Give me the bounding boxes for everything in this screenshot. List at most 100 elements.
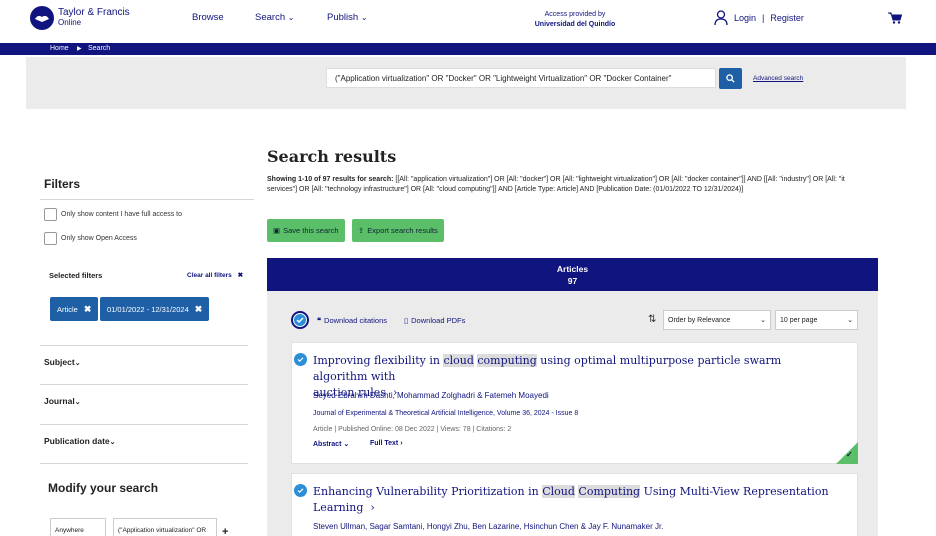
article-meta: Article | Published Online: 08 Dec 2022 … <box>313 426 512 433</box>
divider <box>40 463 248 464</box>
logo-icon <box>30 6 54 30</box>
chevron-down-icon: ⌄ <box>343 441 350 448</box>
close-icon[interactable]: ✖ <box>195 304 203 315</box>
order-value: Order by Relevance <box>668 316 731 324</box>
tab-label: Articles <box>556 264 589 274</box>
select-all-checkbox[interactable] <box>291 311 309 329</box>
export-icon: ⇪ <box>358 226 365 235</box>
chevron-down-icon: ⌄ <box>360 13 368 22</box>
full-text-link[interactable]: Full Text › <box>370 440 403 447</box>
article-title-link[interactable]: Enhancing Vulnerability Prioritization i… <box>313 484 833 516</box>
facet-label: Publication date <box>44 436 110 446</box>
account-links: Login | Register <box>714 10 804 26</box>
login-link[interactable]: Login <box>734 13 756 23</box>
chevron-right-icon: › <box>400 440 403 447</box>
open-access-checkbox[interactable] <box>44 232 57 245</box>
cart-icon[interactable] <box>888 12 903 26</box>
save-search-button[interactable]: ▣ Save this search <box>267 219 345 242</box>
nav-browse[interactable]: Browse <box>192 12 224 23</box>
check-icon <box>294 314 306 326</box>
nav-search-label: Search <box>255 12 286 23</box>
export-results-button[interactable]: ⇪ Export search results <box>352 219 444 242</box>
close-icon[interactable]: ✖ <box>84 304 92 315</box>
title-text: Improving flexibility in <box>313 354 444 367</box>
highlight-term: cloud <box>443 354 474 367</box>
separator: | <box>762 13 765 23</box>
chevron-down-icon: ⌄ <box>74 399 81 406</box>
results-summary: Showing 1-10 of 97 results for search: [… <box>267 175 872 195</box>
download-citations-link[interactable]: ❝ Download citations <box>317 316 387 325</box>
register-link[interactable]: Register <box>770 13 804 23</box>
open-access-filter[interactable]: Only show Open Access <box>44 232 137 245</box>
highlight-term: Computing <box>578 485 641 498</box>
article-journal[interactable]: Journal of Experimental & Theoretical Ar… <box>313 410 578 417</box>
clear-all-filters[interactable]: Clear all filters ✖ <box>187 271 243 279</box>
chevron-down-icon: ⌄ <box>109 439 116 446</box>
title-text: Using Multi-View Representation <box>640 485 829 498</box>
chevron-down-icon: ⌄ <box>760 317 766 324</box>
order-select[interactable]: Order by Relevance ⌄ <box>663 310 771 330</box>
chevron-down-icon: ⌄ <box>287 13 295 22</box>
full-text-label: Full Text <box>370 440 399 447</box>
chevron-down-icon: ⌄ <box>74 360 81 367</box>
export-label: Export search results <box>367 226 438 235</box>
tab-articles[interactable]: Articles 97 <box>267 258 878 291</box>
breadcrumb: Home ▶ Search <box>0 43 936 55</box>
full-access-label: Only show content I have full access to <box>61 211 183 218</box>
full-access-checkbox[interactable] <box>44 208 57 221</box>
facet-label: Journal <box>44 396 75 406</box>
per-page-select[interactable]: 10 per page ⌄ <box>775 310 858 330</box>
filter-chip-date[interactable]: 01/01/2022 - 12/31/2024 ✖ <box>100 297 210 321</box>
article-authors[interactable]: Steven Ullman, Sagar Samtani, Hongyi Zhu… <box>313 522 663 531</box>
nav-search[interactable]: Search ⌄ <box>255 12 294 23</box>
facet-journal[interactable]: Journal⌄ <box>44 396 81 406</box>
open-access-label: Only show Open Access <box>61 235 137 242</box>
taylor-francis-logo[interactable]: Taylor & Francis Online <box>30 6 130 30</box>
search-button[interactable] <box>719 68 742 89</box>
save-label: Save this search <box>283 226 339 235</box>
access-label: Access provided by <box>544 11 606 18</box>
filter-chip-article[interactable]: Article ✖ <box>50 297 99 321</box>
divider <box>40 345 248 346</box>
quote-icon: ❝ <box>317 316 322 325</box>
facet-subject[interactable]: Subject⌄ <box>44 357 81 367</box>
highlight-term: Cloud <box>542 485 575 498</box>
user-icon <box>714 10 728 26</box>
divider <box>40 384 248 385</box>
modify-search-title: Modify your search <box>48 481 159 495</box>
download-pdfs-label: Download PDFs <box>411 316 466 325</box>
add-term-icon[interactable]: + <box>222 526 228 536</box>
download-pdfs-link[interactable]: ▯ Download PDFs <box>404 316 465 325</box>
article-checkbox[interactable] <box>294 484 307 497</box>
divider <box>40 199 254 200</box>
article-checkbox[interactable] <box>294 353 307 366</box>
clear-all-label: Clear all filters <box>187 272 232 279</box>
institution-name: Universidad del Quindío <box>534 21 616 28</box>
breadcrumb-home[interactable]: Home <box>50 45 69 52</box>
per-page-value: 10 per page <box>780 316 818 324</box>
facet-publication-date[interactable]: Publication date⌄ <box>44 436 116 446</box>
results-count: Showing 1-10 of 97 results for search: <box>267 176 394 183</box>
chip-label: 01/01/2022 - 12/31/2024 <box>107 304 189 314</box>
highlight-term: computing <box>477 354 537 367</box>
article-authors[interactable]: Seyed Ebrahim Dashti, Mohammad Zolghadri… <box>313 391 549 400</box>
advanced-search-link[interactable]: Advanced search <box>753 75 803 82</box>
breadcrumb-current: Search <box>88 45 111 52</box>
facet-label: Subject <box>44 357 75 367</box>
modify-query-input[interactable]: ("Application virtualization" OR <box>113 518 217 536</box>
search-input[interactable]: ("Application virtualization" OR "Docker… <box>326 68 716 88</box>
full-access-filter[interactable]: Only show content I have full access to <box>44 208 182 221</box>
abstract-toggle[interactable]: Abstract ⌄ <box>313 440 349 448</box>
logo-subtitle: Online <box>58 18 82 27</box>
nav-publish-label: Publish <box>327 12 359 23</box>
nav-publish[interactable]: Publish ⌄ <box>327 12 368 23</box>
download-citations-label: Download citations <box>324 316 387 325</box>
search-icon <box>726 74 735 83</box>
page-title: Search results <box>267 147 397 166</box>
site-header: Taylor & Francis Online Browse Search ⌄ … <box>0 0 936 42</box>
logo-title: Taylor & Francis <box>58 7 130 18</box>
title-text: Learning <box>313 501 364 514</box>
field-select[interactable]: Anywhere <box>50 518 106 536</box>
abstract-label: Abstract <box>313 441 342 448</box>
check-icon: ✓ <box>846 450 853 459</box>
